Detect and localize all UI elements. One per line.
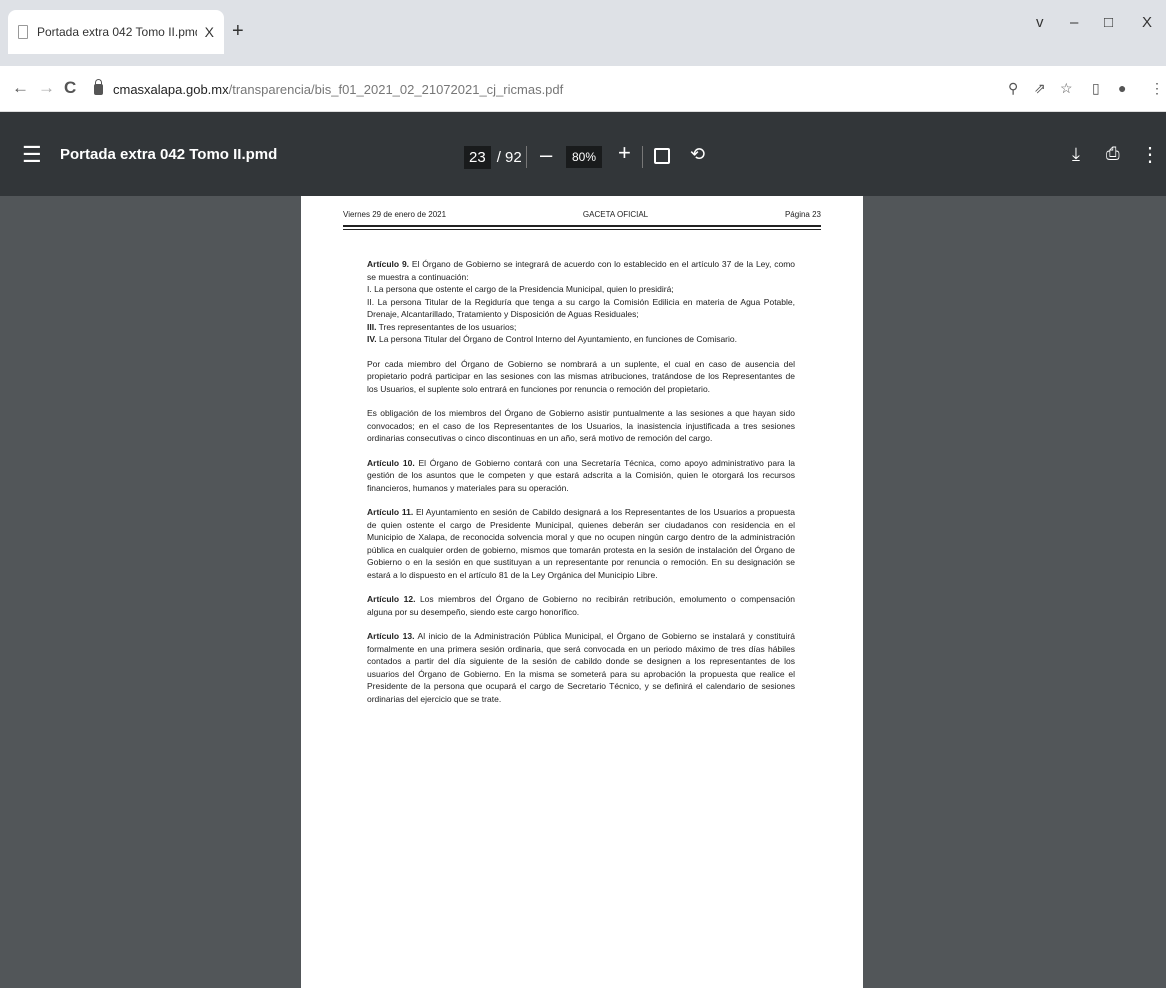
zoom-out-button[interactable]: – [540, 142, 552, 168]
forward-button[interactable]: → [38, 78, 55, 98]
pdf-toolbar: ☰ Portada extra 042 Tomo II.pmd 23 / 92 … [0, 112, 1166, 196]
zoom-icon[interactable]: ⚲ [1008, 80, 1018, 97]
toolbar-divider [526, 146, 527, 168]
page-number-input[interactable]: 23 [464, 146, 491, 169]
bookmark-star-icon[interactable]: ☆ [1060, 80, 1073, 97]
header-page: Página 23 [784, 210, 821, 219]
profile-icon[interactable]: ● [1118, 80, 1126, 96]
tab-strip: Portada extra 042 Tomo II.pmd X + v – □ … [0, 0, 1166, 66]
paragraph: IV. La persona Titular del Órgano de Con… [367, 334, 737, 344]
paragraph: Es obligación de los miembros del Órgano… [367, 408, 795, 443]
page-indicator: 23 / 92 [464, 146, 522, 169]
browser-toolbar: ← → C cmasxalapa.gob.mx/transparencia/bi… [0, 66, 1166, 112]
address-bar[interactable]: cmasxalapa.gob.mx/transparencia/bis_f01_… [88, 74, 978, 104]
zoom-in-button[interactable]: + [618, 140, 631, 166]
reload-button[interactable]: C [64, 78, 76, 98]
hamburger-menu-icon[interactable]: ☰ [22, 142, 42, 168]
share-icon[interactable]: ⇗ [1034, 80, 1046, 97]
pdf-title: Portada extra 042 Tomo II.pmd [60, 146, 278, 163]
zoom-level-input[interactable]: 80% [566, 146, 603, 168]
article-13: Artículo 13. Al inicio de la Administrac… [367, 631, 795, 704]
paragraph: II. La persona Titular de la Regiduría q… [367, 296, 795, 320]
browser-tab[interactable]: Portada extra 042 Tomo II.pmd X [8, 10, 224, 54]
page-total: / 92 [496, 149, 522, 166]
document-body: Artículo 9. El Órgano de Gobierno se int… [343, 230, 821, 705]
page-header: Viernes 29 de enero de 2021 GACETA OFICI… [343, 196, 821, 227]
rotate-icon[interactable]: ⟲ [690, 144, 705, 165]
print-icon[interactable]: ⎙ [1106, 144, 1120, 164]
more-options-icon[interactable]: ⋮ [1140, 142, 1160, 167]
toolbar-divider [642, 146, 643, 168]
article-12: Artículo 12. Los miembros del Órgano de … [367, 594, 795, 617]
back-button[interactable]: ← [12, 78, 29, 98]
tab-search-button[interactable]: v [1036, 14, 1044, 31]
pdf-page: Viernes 29 de enero de 2021 GACETA OFICI… [301, 196, 863, 988]
paragraph: Por cada miembro del Órgano de Gobierno … [367, 358, 795, 394]
article-10: Artículo 10. El Órgano de Gobierno conta… [367, 457, 795, 493]
article-9: Artículo 9. El Órgano de Gobierno se int… [367, 258, 795, 346]
document-icon [18, 25, 28, 39]
paragraph: III. Tres representantes de los usuarios… [367, 321, 517, 332]
header-gazette: GACETA OFICIAL [582, 210, 649, 219]
download-icon[interactable]: ⤓ [1072, 144, 1080, 165]
new-tab-button[interactable]: + [232, 20, 244, 43]
url-text[interactable]: cmasxalapa.gob.mx/transparencia/bis_f01_… [113, 82, 563, 97]
paragraph: Artículo 9. El Órgano de Gobierno se int… [367, 259, 795, 282]
tab-close-button[interactable]: X [205, 24, 214, 40]
article-11: Artículo 11. El Ayuntamiento en sesión d… [367, 507, 796, 580]
paragraph: I. La persona que ostente el cargo de la… [367, 284, 674, 294]
tab-title: Portada extra 042 Tomo II.pmd [37, 25, 197, 39]
maximize-button[interactable]: □ [1104, 14, 1113, 31]
side-panel-icon[interactable]: ▯ [1092, 80, 1100, 97]
header-date: Viernes 29 de enero de 2021 [343, 210, 447, 219]
fit-page-icon[interactable] [654, 148, 670, 164]
browser-menu-icon[interactable]: ⋮ [1150, 80, 1164, 97]
minimize-button[interactable]: – [1070, 14, 1078, 31]
close-window-button[interactable]: X [1142, 14, 1152, 31]
lock-icon[interactable] [94, 78, 103, 95]
